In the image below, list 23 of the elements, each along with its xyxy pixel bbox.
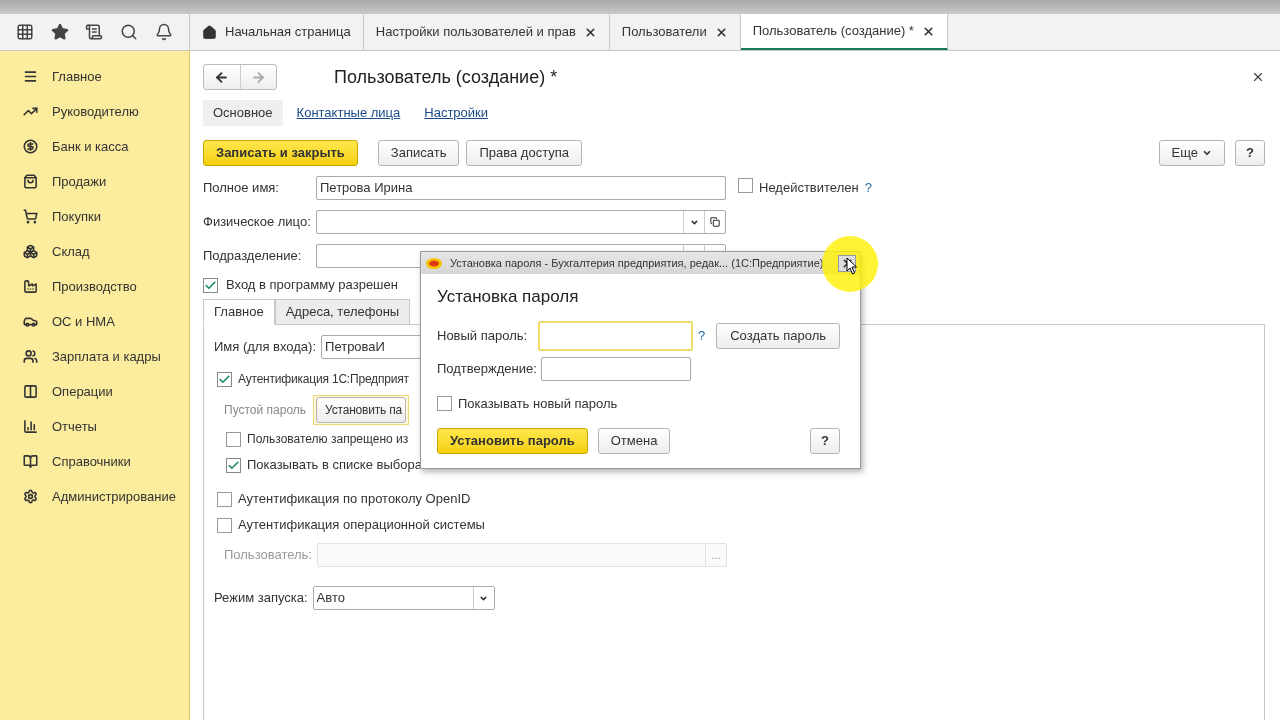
form-title: Пользователь (создание) * [334,65,558,89]
field-label: Пользователь: [224,546,312,565]
field-label: Физическое лицо: [203,213,312,232]
checkbox-label: Вход в программу разрешен [226,276,398,295]
checkbox-label: Аутентификация 1С:Предприят [238,371,409,388]
checkbox-label: Показывать новый пароль [458,394,618,413]
checkbox-label: Показывать в списке выбора [247,456,422,475]
field-label: Режим запуска: [214,589,308,608]
tab-label: Пользователь (создание) * [752,22,914,41]
checkbox-label: Аутентификация по протоколу OpenID [238,490,471,509]
field-label: Новый пароль: [437,326,529,345]
dialog-heading: Установка пароля [437,286,580,308]
checkbox-label: Аутентификация операционной системы [238,516,485,535]
field-label: Полное имя: [203,179,280,198]
checkbox-label: Пользователю запрещено из [247,431,409,448]
field-label: Подразделение: [203,247,303,266]
field-label: Подтверждение: [437,359,538,378]
status-text: Пустой пароль [224,402,307,419]
checkbox-label: Недействителен [759,179,859,198]
tab-label: Пользователи [621,23,707,42]
tab-label: Настройки пользователей и прав [375,23,576,42]
tab-label: Начальная страница [225,23,351,42]
field-label: Имя (для входа): [214,338,317,357]
